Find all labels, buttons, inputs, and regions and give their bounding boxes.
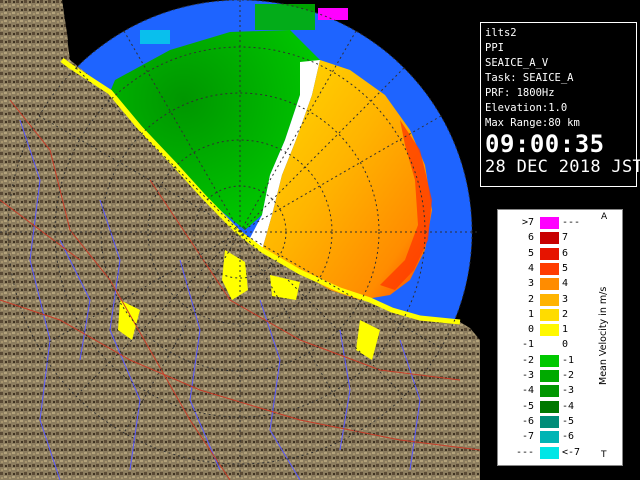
legend-swatch xyxy=(540,446,559,459)
legend-bottom-marker: T xyxy=(601,450,607,460)
legend-lower-bound: -7 xyxy=(521,431,534,443)
scan-name: SEAICE_A_V xyxy=(485,57,549,69)
legend-lower-bound: >7 xyxy=(521,217,534,228)
legend-swatch xyxy=(540,431,559,444)
legend-swatch xyxy=(540,370,559,382)
scan-date: 28 DEC 2018 JST xyxy=(485,157,640,177)
legend-row: -7 -6 xyxy=(498,431,608,444)
legend-row: >7 --- xyxy=(498,217,608,229)
legend-swatch xyxy=(540,262,559,275)
legend-row: -1 0 xyxy=(498,339,608,352)
legend-upper-bound: 0 xyxy=(562,339,569,351)
legend-row: 45 xyxy=(498,262,608,275)
legend-upper-bound: -2 xyxy=(562,370,575,381)
task-name: Task: SEAICE_A xyxy=(485,72,574,84)
legend-row: 34 xyxy=(498,278,608,291)
legend-upper-bound: -6 xyxy=(562,431,575,443)
legend-title: Mean Velocity in m/s xyxy=(598,286,609,386)
legend-swatch xyxy=(540,247,559,260)
legend-swatch xyxy=(540,354,559,367)
echo-speckle-green xyxy=(255,4,315,30)
legend-upper-bound: -4 xyxy=(562,400,575,412)
legend-lower-bound: 1 xyxy=(527,308,534,320)
legend-upper-bound: 7 xyxy=(562,232,569,244)
legend-row: --- <-7 xyxy=(498,446,608,459)
echo-speckle-cyan xyxy=(140,30,170,44)
product-type: PPI xyxy=(485,42,504,54)
legend-swatch xyxy=(540,278,559,291)
legend-upper-bound: 3 xyxy=(562,293,569,305)
legend-row: -2 -1 xyxy=(498,354,608,367)
legend-row: 12 xyxy=(498,308,608,321)
legend-row: 67 xyxy=(498,232,608,245)
legend-upper-bound: <-7 xyxy=(562,446,581,458)
legend-lower-bound: -1 xyxy=(521,339,534,351)
legend-lower-bound: -2 xyxy=(521,354,534,366)
legend-upper-bound: 2 xyxy=(562,308,569,320)
legend-row: -6 -5 xyxy=(498,415,608,428)
radar-ppi-map xyxy=(0,0,480,480)
legend-row: -3 -2 xyxy=(498,370,608,382)
scan-time: 09:00:35 xyxy=(485,130,605,158)
legend-lower-bound: -3 xyxy=(521,370,534,381)
legend-swatch xyxy=(540,400,559,413)
echo-speckle-magenta xyxy=(318,8,348,20)
elevation-value: Elevation:1.0 xyxy=(485,102,568,114)
legend-upper-bound: 6 xyxy=(562,247,569,259)
legend-swatch xyxy=(540,293,559,306)
legend-lower-bound: -5 xyxy=(521,400,534,412)
legend-swatch xyxy=(540,308,559,321)
legend-row: -4 -3 xyxy=(498,385,608,398)
station-name: ilts2 xyxy=(485,27,517,39)
legend-upper-bound: -3 xyxy=(562,385,575,397)
prf-value: PRF: 1800Hz xyxy=(485,87,555,99)
legend-row: 01 xyxy=(498,324,608,337)
legend-lower-bound: -6 xyxy=(521,415,534,427)
legend-swatch xyxy=(540,232,559,245)
legend-lower-bound: 3 xyxy=(527,278,534,290)
legend-swatch xyxy=(540,324,559,337)
legend-upper-bound: 1 xyxy=(562,324,569,336)
legend-row: -5 -4 xyxy=(498,400,608,413)
velocity-legend: A >7 --- 6 7 5 6 4 5 3 4 2 3 1 2 0 1 -1 0 -2 -1 -3 -2 -4 -3 -5 -4… xyxy=(497,209,623,466)
legend-lower-bound: 4 xyxy=(527,262,534,274)
legend-upper-bound: -5 xyxy=(562,415,575,427)
legend-row: 56 xyxy=(498,247,608,260)
legend-lower-bound: -4 xyxy=(521,385,534,397)
legend-lower-bound: 0 xyxy=(527,324,534,336)
legend-lower-bound: 5 xyxy=(527,247,534,259)
legend-swatch xyxy=(540,385,559,398)
legend-lower-bound: --- xyxy=(515,446,534,458)
legend-row: 23 xyxy=(498,293,608,306)
legend-upper-bound: 5 xyxy=(562,262,569,274)
legend-lower-bound: 2 xyxy=(527,293,534,305)
legend-lower-bound: 6 xyxy=(527,232,534,244)
legend-upper-bound: --- xyxy=(562,217,581,228)
legend-swatch xyxy=(540,415,559,428)
legend-swatch xyxy=(540,339,559,352)
legend-upper-bound: -1 xyxy=(562,354,575,366)
max-range-value: Max Range:80 km xyxy=(485,117,580,129)
legend-upper-bound: 4 xyxy=(562,278,569,290)
scan-info-panel: ilts2 PPI SEAICE_A_V Task: SEAICE_A PRF:… xyxy=(480,22,640,187)
legend-swatch xyxy=(540,217,559,229)
